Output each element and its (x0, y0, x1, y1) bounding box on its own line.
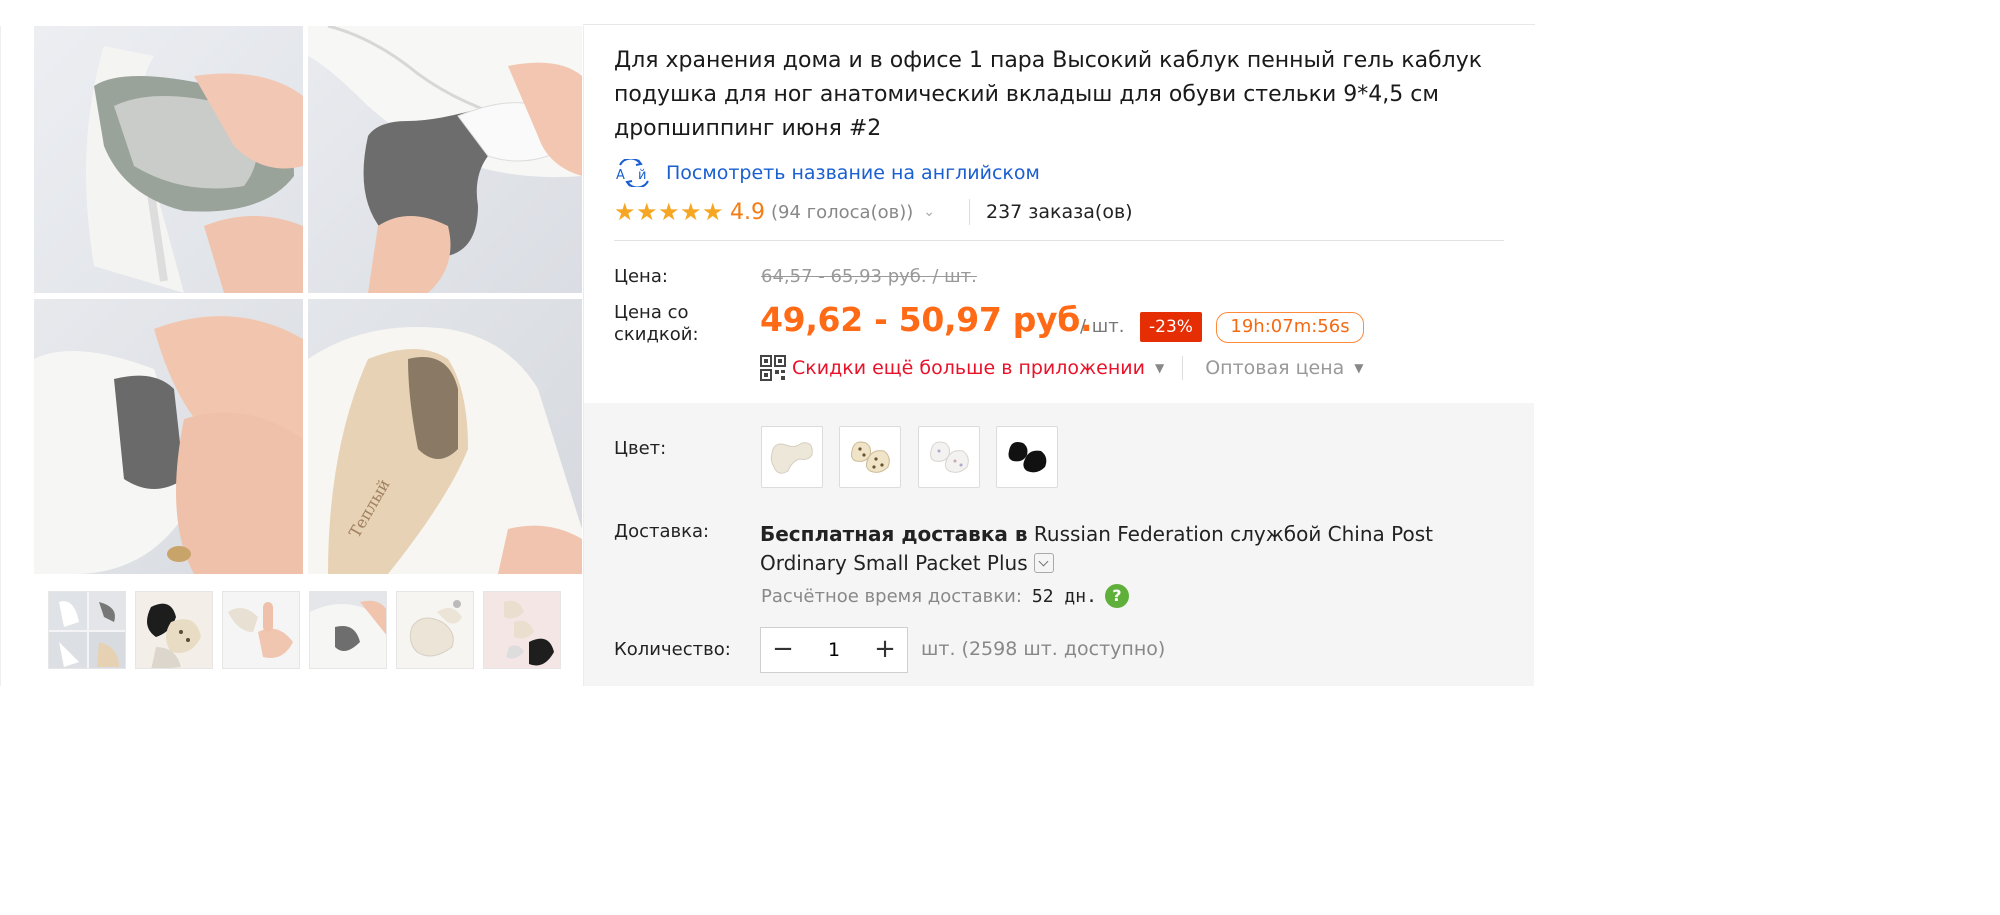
translate-icon: A й (616, 159, 649, 187)
promo-row: Скидки ещё больше в приложении ▼ Оптовая… (760, 353, 1364, 383)
star-icon: ★ (680, 198, 702, 226)
countdown-timer: 19h:07m:56s (1216, 312, 1364, 343)
decrease-quantity-button[interactable]: − (761, 628, 805, 672)
caret-down-icon[interactable]: ▼ (1155, 361, 1164, 375)
shipping-label: Доставка: (614, 521, 710, 542)
discount-badge: -23% (1140, 312, 1202, 342)
color-label: Цвет: (614, 438, 667, 459)
rating-value: 4.9 (730, 199, 765, 225)
quantity-input[interactable]: 1 (805, 639, 863, 661)
shipping-dropdown-icon[interactable] (1033, 553, 1054, 573)
color-swatch-leopard[interactable] (839, 426, 901, 488)
price-label: Цена: (614, 266, 668, 287)
color-swatch-beige[interactable] (761, 426, 823, 488)
translate-row[interactable]: A й Посмотреть название на английском (614, 158, 1040, 188)
votes-count[interactable]: (94 голоса(ов)) (771, 202, 913, 223)
discount-price: 49,62 - 50,97 руб. (760, 300, 1093, 339)
star-icon: ★ (702, 198, 724, 226)
orders-count: 237 заказа(ов) (986, 201, 1133, 223)
stock-available: шт. (2598 шт. доступно) (921, 638, 1166, 660)
app-promo-link[interactable]: Скидки ещё больше в приложении (792, 357, 1145, 379)
star-icon: ★ (614, 198, 636, 226)
image-panel-heel-insert (34, 26, 303, 293)
image-panel-applying-pad (34, 299, 303, 574)
rating-stars: ★ ★ ★ ★ ★ (614, 200, 724, 224)
chevron-down-icon[interactable]: ⌄ (923, 204, 935, 220)
per-unit-label: / шт. (1080, 316, 1125, 337)
delivery-estimate-row: Расчётное время доставки: 52 дн. ? (761, 584, 1129, 608)
color-swatch-floral[interactable] (918, 426, 980, 488)
thumbnail-5[interactable] (396, 591, 474, 669)
top-divider (583, 24, 1535, 25)
increase-quantity-button[interactable]: + (863, 628, 907, 672)
thumbnail-1[interactable] (48, 591, 126, 669)
image-panel-gel-pad (308, 26, 582, 293)
svg-text:й: й (638, 168, 646, 183)
eta-label: Расчётное время доставки: (761, 585, 1022, 607)
star-icon: ★ (658, 198, 680, 226)
thumbnail-2[interactable] (135, 591, 213, 669)
caret-down-icon[interactable]: ▼ (1354, 361, 1363, 375)
thumbnail-4[interactable] (309, 591, 387, 669)
thumbnail-6[interactable] (483, 591, 561, 669)
quantity-stepper: − 1 + (760, 627, 908, 673)
shipping-info: Бесплатная доставка в Russian Federation… (760, 520, 1520, 578)
old-price: 64,57 - 65,93 руб. / шт. (761, 266, 977, 287)
promo-divider (1182, 356, 1184, 380)
free-shipping-text: Бесплатная доставка в (760, 522, 1028, 546)
discount-price-label-line2: скидкой: (614, 324, 699, 345)
eta-value: 52 дн. (1031, 585, 1097, 607)
color-swatch-black[interactable] (996, 426, 1058, 488)
image-panel-shoe-inside: Теплый (308, 299, 582, 574)
rating-divider (969, 199, 970, 225)
discount-price-label-line1: Цена со (614, 302, 689, 323)
quantity-label: Количество: (614, 639, 731, 660)
left-border (0, 26, 1, 686)
qr-code-icon (760, 355, 786, 381)
translate-title-link[interactable]: Посмотреть название на английском (666, 162, 1040, 184)
help-icon[interactable]: ? (1104, 584, 1129, 608)
rating-row: ★ ★ ★ ★ ★ 4.9 (94 голоса(ов)) ⌄ 237 зака… (614, 196, 1133, 228)
thumbnail-3[interactable] (222, 591, 300, 669)
svg-text:A: A (616, 168, 625, 183)
main-product-image[interactable]: Теплый (34, 26, 582, 574)
product-title: Для хранения дома и в офисе 1 пара Высок… (614, 48, 1483, 141)
price-divider (614, 240, 1504, 241)
star-icon: ★ (636, 198, 658, 226)
wholesale-price-link[interactable]: Оптовая цена (1205, 357, 1344, 379)
